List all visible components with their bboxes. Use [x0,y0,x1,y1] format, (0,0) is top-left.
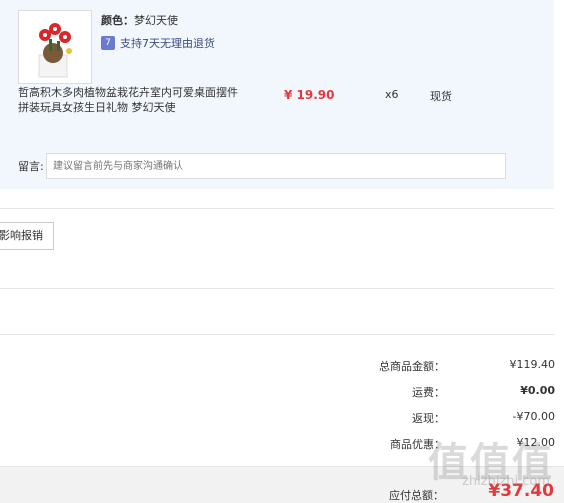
divider [0,334,554,335]
product-price: ¥ 19.90 [284,88,335,102]
divider [0,208,554,209]
product-thumbnail[interactable] [18,10,92,84]
discount-label: 商品优惠： [390,438,445,451]
product-color: 颜色：梦幻天使 [101,12,178,28]
divider [0,288,554,289]
product-panel: 颜色：梦幻天使 7 支持7天无理由退货 哲高积木多肉植物盆栽花卉室内可爱桌面摆件… [0,0,554,189]
watermark-url: zhizhizhi.com [462,474,550,489]
cashback-label: 返现： [412,412,445,425]
shipping-label: 运费： [412,386,445,399]
color-value: 梦幻天使 [134,14,178,27]
cashback-value: -¥70.00 [512,410,555,423]
summary-row-cashback: 返现： -¥70.00 [300,410,555,426]
summary-row-subtotal: 总商品金额： ¥119.40 [300,358,555,374]
return-policy-text: 支持7天无理由退货 [120,37,215,50]
memo-input[interactable] [46,153,506,179]
payable-label: 应付总额： [389,489,444,502]
memo-label: 留言: [18,160,44,173]
product-image [38,23,72,78]
product-title[interactable]: 哲高积木多肉植物盆栽花卉室内可爱桌面摆件拼装玩具女孩生日礼物 梦幻天使 [18,85,238,115]
shipping-value: ¥0.00 [520,384,555,397]
seven-day-return-icon: 7 [101,36,115,50]
reimburse-button[interactable]: 影响报销 [0,222,54,250]
subtotal-label: 总商品金额： [379,360,445,373]
summary-row-shipping: 运费： ¥0.00 [300,384,555,400]
color-label: 颜色： [101,14,134,27]
stock-status: 现货 [430,90,452,103]
subtotal-value: ¥119.40 [509,358,556,371]
product-quantity: x6 [385,88,399,101]
return-policy: 7 支持7天无理由退货 [101,35,215,51]
